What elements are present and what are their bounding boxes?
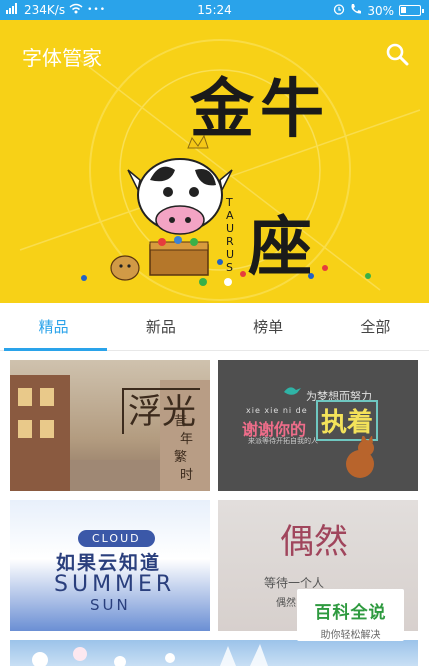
card-fuguang-sub2: 年 xyxy=(180,432,194,447)
card-zhizhuo-right: 执着 xyxy=(316,400,379,441)
cat-illustration xyxy=(346,436,374,478)
card-summer-cn: 如果云知道 xyxy=(56,552,162,574)
card-summer-en2: SUN xyxy=(90,596,131,614)
tab-all[interactable]: 全部 xyxy=(322,303,429,350)
banner-title-line1: 金牛 xyxy=(190,72,330,147)
card-ouran-sub2: 偶然 xyxy=(276,598,296,609)
search-button[interactable] xyxy=(383,40,411,68)
font-card-partial[interactable] xyxy=(10,640,418,666)
card-ouran-title: 偶然 xyxy=(280,522,348,562)
call-icon xyxy=(350,3,362,18)
card-fuguang-sub1: 昔 xyxy=(174,414,188,429)
font-card-zhizhuo[interactable]: 为梦想而努力 xie xie ni de 谢谢你的 执着 来派等待开拓自我的人 xyxy=(218,360,418,491)
font-card-fuguang[interactable]: 浮光 昔 年 繁 时 xyxy=(10,360,210,491)
app-title: 字体管家 xyxy=(22,46,102,70)
tab-featured[interactable]: 精品 xyxy=(0,303,108,351)
tab-bar: 精品 新品 榜单 全部 xyxy=(0,303,429,351)
card-summer-en1: SUMMER xyxy=(54,572,176,597)
watermark-title: 百科全说 xyxy=(314,603,387,623)
banner-vertical-text: TAURUS xyxy=(226,196,237,274)
font-card-summer[interactable]: CLOUD 如果云知道 SUMMER SUN xyxy=(10,500,210,631)
watermark-subtitle: 助你轻松解决 xyxy=(320,630,381,641)
flower-illustration xyxy=(32,644,268,666)
banner[interactable]: 字体管家 金牛 座 TAURUS xyxy=(0,20,429,303)
card-zhizhuo-small: 来派等待开拓自我的人 xyxy=(248,437,318,445)
alarm-icon xyxy=(333,3,345,18)
search-icon xyxy=(386,43,409,66)
banner-title-line2: 座 xyxy=(248,210,312,285)
card-summer-cloud: CLOUD xyxy=(78,530,155,547)
card-fuguang-sub4: 时 xyxy=(180,468,194,483)
status-right: 30% xyxy=(333,3,424,18)
tab-new[interactable]: 新品 xyxy=(107,303,214,350)
card-fuguang-sub3: 繁 xyxy=(174,450,188,465)
watermark: 百科全说 助你轻松解决 xyxy=(297,589,404,641)
battery-fill xyxy=(401,7,407,13)
battery-percent: 30% xyxy=(367,3,394,18)
card-zhizhuo-pinyin: xie xie ni de xyxy=(246,406,308,415)
battery-icon xyxy=(399,5,424,16)
status-bar: 234K/s ••• 15:24 30% xyxy=(0,0,429,20)
bird-icon xyxy=(284,387,301,395)
tab-ranking[interactable]: 榜单 xyxy=(215,303,322,350)
